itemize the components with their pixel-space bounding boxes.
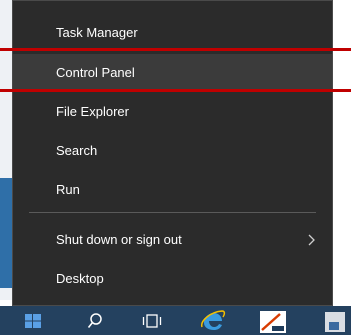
menu-item-desktop[interactable]: Desktop [13,260,332,298]
task-view-icon[interactable] [140,306,164,335]
menu-divider [29,212,316,213]
app-icon[interactable] [316,306,351,335]
menu-item-file-explorer[interactable]: File Explorer [13,93,332,131]
taskbar [0,306,351,335]
menu-item-shut-down[interactable]: Shut down or sign out [13,221,332,259]
menu-item-run[interactable]: Run [13,171,332,209]
chevron-right-icon [308,221,320,259]
windows-start-icon[interactable] [22,306,44,335]
menu-item-search[interactable]: Search [13,132,332,170]
menu-item-shut-down-label: Shut down or sign out [56,232,182,247]
quick-link-menu: Task Manager Control Panel File Explorer… [12,0,333,306]
internet-explorer-icon[interactable] [198,306,228,335]
document-app-icon[interactable] [256,306,290,335]
menu-item-task-manager[interactable]: Task Manager [13,14,332,52]
background-window-band [0,178,12,288]
search-icon[interactable] [84,306,106,335]
highlight-annotation [0,48,351,92]
background-window [0,0,12,300]
background-right-edge [333,0,351,296]
